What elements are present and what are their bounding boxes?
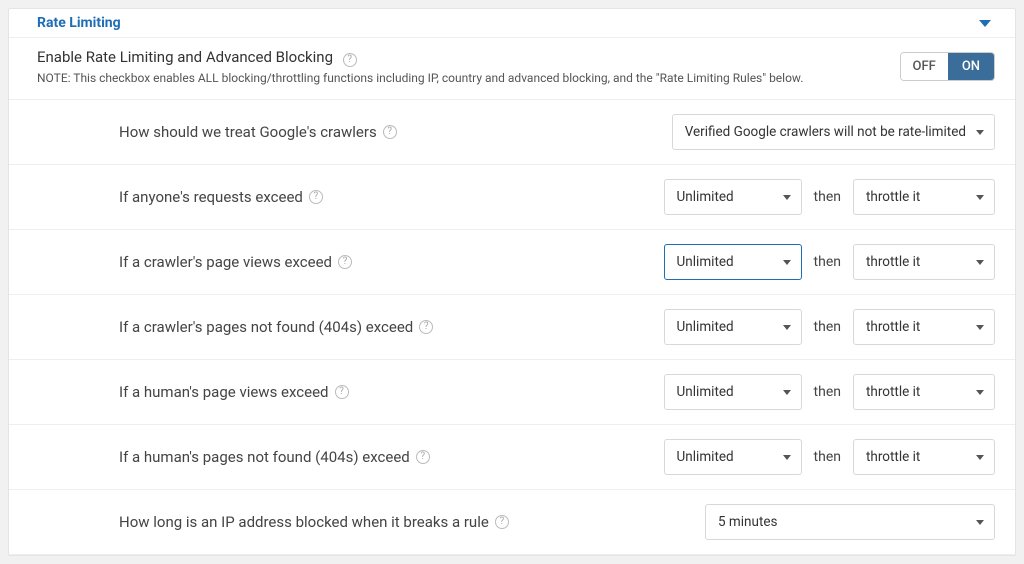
- action-value: throttle it: [866, 189, 920, 205]
- rule-row: If a human's page views exceed? Unlimited…: [9, 360, 1015, 425]
- enable-toggle[interactable]: OFF ON: [900, 52, 995, 81]
- rule-label: How long is an IP address blocked when i…: [119, 513, 705, 531]
- rule-row: If anyone's requests exceed? Unlimited the…: [9, 165, 1015, 230]
- action-select[interactable]: throttle it: [853, 309, 995, 345]
- enable-title-text: Enable Rate Limiting and Advanced Blocki…: [37, 48, 333, 66]
- help-icon[interactable]: ?: [416, 450, 430, 464]
- threshold-value: Unlimited: [677, 384, 734, 400]
- google-crawler-row: How should we treat Google's crawlers ? …: [9, 100, 1015, 165]
- action-select[interactable]: throttle it: [853, 374, 995, 410]
- google-crawler-select[interactable]: Verified Google crawlers will not be rat…: [672, 114, 995, 150]
- rate-limiting-panel: Rate Limiting Enable Rate Limiting and A…: [8, 8, 1016, 556]
- enable-note: NOTE: This checkbox enables ALL blocking…: [37, 71, 900, 85]
- help-icon[interactable]: ?: [419, 320, 433, 334]
- rule-label: If a crawler's page views exceed?: [119, 253, 664, 271]
- threshold-select[interactable]: Unlimited: [664, 439, 802, 475]
- action-select[interactable]: throttle it: [853, 179, 995, 215]
- action-value: throttle it: [866, 319, 920, 335]
- threshold-select[interactable]: Unlimited: [664, 374, 802, 410]
- google-crawler-label: How should we treat Google's crawlers: [119, 123, 377, 141]
- toggle-off[interactable]: OFF: [901, 53, 948, 80]
- then-text: then: [814, 254, 841, 270]
- then-text: then: [814, 319, 841, 335]
- then-text: then: [814, 189, 841, 205]
- threshold-value: Unlimited: [677, 449, 734, 465]
- threshold-value: Unlimited: [677, 254, 734, 270]
- rule-label: If a human's page views exceed?: [119, 383, 664, 401]
- rule-label-text: If a human's pages not found (404s) exce…: [119, 448, 410, 466]
- chevron-down-icon: [979, 20, 991, 27]
- help-icon[interactable]: ?: [335, 385, 349, 399]
- help-icon[interactable]: ?: [343, 53, 357, 67]
- rule-label-text: If a human's page views exceed: [119, 383, 329, 401]
- toggle-on[interactable]: ON: [948, 53, 994, 80]
- rule-label: If a crawler's pages not found (404s) ex…: [119, 318, 664, 336]
- block-duration-select[interactable]: 5 minutes: [705, 504, 995, 540]
- block-duration-value: 5 minutes: [718, 514, 778, 530]
- action-select[interactable]: throttle it: [853, 439, 995, 475]
- then-text: then: [814, 449, 841, 465]
- threshold-select[interactable]: Unlimited: [664, 309, 802, 345]
- rule-row: If a human's pages not found (404s) exce…: [9, 425, 1015, 490]
- help-icon[interactable]: ?: [338, 255, 352, 269]
- enable-title: Enable Rate Limiting and Advanced Blocki…: [37, 48, 900, 67]
- panel-title: Rate Limiting: [37, 15, 121, 31]
- panel-header[interactable]: Rate Limiting: [9, 9, 1015, 38]
- threshold-value: Unlimited: [677, 189, 734, 205]
- threshold-select[interactable]: Unlimited: [664, 244, 802, 280]
- help-icon[interactable]: ?: [383, 125, 397, 139]
- rule-label: How should we treat Google's crawlers ?: [119, 123, 672, 141]
- rule-label-text: If a crawler's pages not found (404s) ex…: [119, 318, 413, 336]
- action-value: throttle it: [866, 384, 920, 400]
- action-select[interactable]: throttle it: [853, 244, 995, 280]
- then-text: then: [814, 384, 841, 400]
- rule-label: If anyone's requests exceed?: [119, 188, 664, 206]
- block-duration-row: How long is an IP address blocked when i…: [9, 490, 1015, 555]
- help-icon[interactable]: ?: [495, 515, 509, 529]
- rule-label: If a human's pages not found (404s) exce…: [119, 448, 664, 466]
- help-icon[interactable]: ?: [309, 190, 323, 204]
- threshold-value: Unlimited: [677, 319, 734, 335]
- enable-row: Enable Rate Limiting and Advanced Blocki…: [9, 38, 1015, 100]
- action-value: throttle it: [866, 449, 920, 465]
- rule-label-text: If a crawler's page views exceed: [119, 253, 332, 271]
- rule-row: If a crawler's page views exceed? Unlimit…: [9, 230, 1015, 295]
- rule-label-text: If anyone's requests exceed: [119, 188, 303, 206]
- threshold-select[interactable]: Unlimited: [664, 179, 802, 215]
- rule-row: If a crawler's pages not found (404s) ex…: [9, 295, 1015, 360]
- action-value: throttle it: [866, 254, 920, 270]
- google-crawler-value: Verified Google crawlers will not be rat…: [685, 124, 966, 140]
- block-duration-label: How long is an IP address blocked when i…: [119, 513, 489, 531]
